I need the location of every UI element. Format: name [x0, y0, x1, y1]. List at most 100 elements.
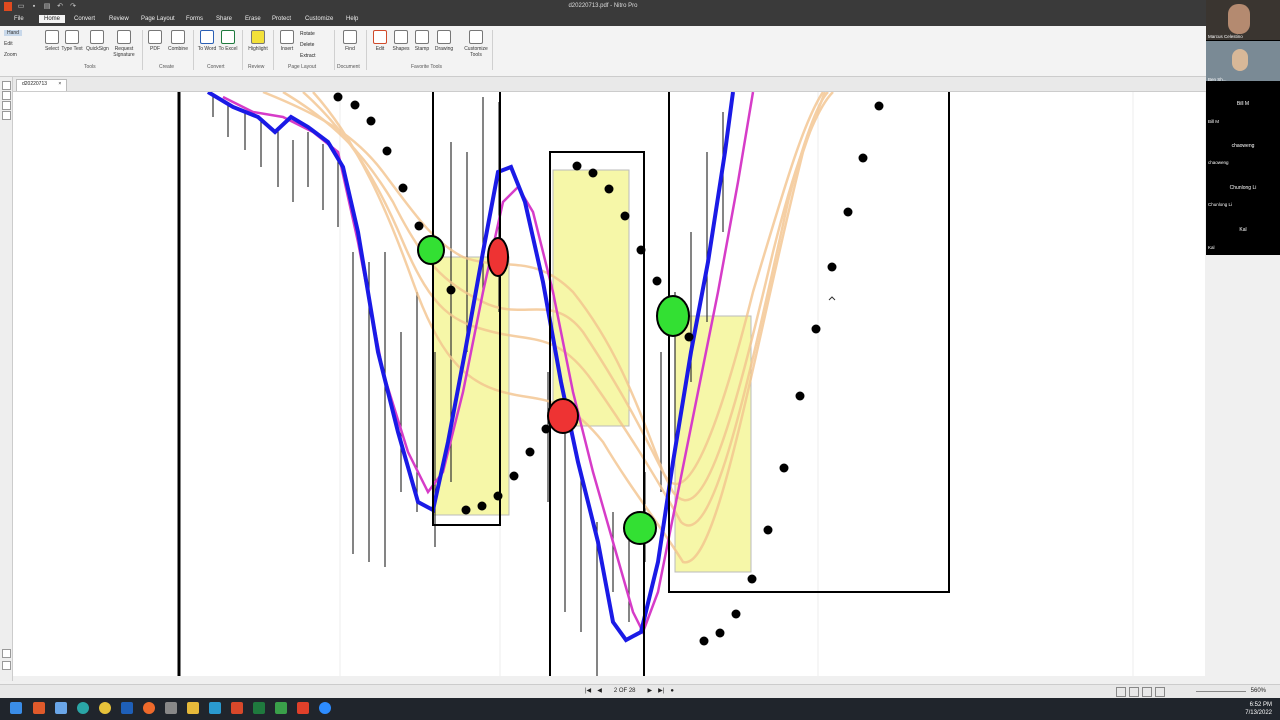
menu-home[interactable]: Home	[39, 15, 66, 23]
nitro-icon[interactable]	[297, 702, 309, 714]
participant-tile[interactable]: Chunlong Li Chunlong Li	[1206, 168, 1280, 208]
app-s2-icon[interactable]	[231, 702, 243, 714]
to-word-button[interactable]: To Word	[196, 30, 218, 52]
ribbon: Hand Edit Zoom Select Type Text QuickSig…	[0, 26, 1206, 77]
buy-marker	[623, 511, 657, 545]
highlight-button[interactable]: Highlight	[245, 30, 271, 52]
pdf-button[interactable]: PDF	[144, 30, 166, 52]
menu-bar: File Home Convert Review Page Layout For…	[0, 14, 1206, 26]
cursor-icon	[45, 30, 59, 44]
zoom-slider[interactable]	[1196, 691, 1246, 692]
text-icon	[65, 30, 79, 44]
extract-button[interactable]: Extract	[300, 53, 316, 59]
app-s-icon[interactable]	[209, 702, 221, 714]
chrome-icon[interactable]	[99, 702, 111, 714]
menu-page-layout[interactable]: Page Layout	[141, 16, 175, 22]
insert-button[interactable]: Insert	[276, 30, 298, 52]
window-title: d20220713.pdf - Nitro Pro	[568, 3, 638, 9]
layers-icon[interactable]	[2, 661, 11, 670]
page-navigator: |◀ ◀ 2 OF 28 ▶ ▶| ●	[585, 687, 674, 695]
start-icon[interactable]	[10, 702, 22, 714]
group-page-layout-label: Page Layout	[288, 64, 317, 70]
continuous-icon[interactable]	[1129, 687, 1139, 697]
last-page-icon[interactable]: ▶|	[658, 687, 664, 694]
folder-icon[interactable]	[187, 702, 199, 714]
hand-tool[interactable]: Hand	[4, 30, 22, 36]
ribbon-divider	[334, 30, 335, 70]
ribbon-divider	[273, 30, 274, 70]
menu-review[interactable]: Review	[109, 16, 129, 22]
bookmarks-icon[interactable]	[2, 91, 11, 100]
shapes-icon	[394, 30, 408, 44]
comments-icon[interactable]	[2, 101, 11, 110]
document-view[interactable]	[13, 92, 1205, 676]
to-excel-button[interactable]: To Excel	[217, 30, 239, 52]
brave-icon[interactable]	[33, 702, 45, 714]
document-tab[interactable]: d20220713 ×	[16, 79, 68, 91]
menu-protect[interactable]: Protect	[272, 16, 291, 22]
buy-marker	[417, 235, 445, 265]
participant-tile[interactable]: Bill M Bill M	[1206, 84, 1280, 124]
participant-tile[interactable]: Kal Kal	[1206, 210, 1280, 250]
attachments-icon[interactable]	[2, 111, 11, 120]
edit-tool[interactable]: Edit	[4, 41, 13, 47]
quicksign-button[interactable]: QuickSign	[86, 30, 109, 52]
stamp-button[interactable]: Stamp	[411, 30, 433, 52]
document-tab-strip: d20220713 ×	[0, 77, 1206, 92]
app-icon[interactable]	[165, 702, 177, 714]
zoom-tool[interactable]: Zoom	[4, 52, 17, 58]
play-icon[interactable]: ●	[670, 688, 674, 694]
menu-customize[interactable]: Customize	[305, 16, 333, 22]
menu-erase[interactable]: Erase	[245, 16, 261, 22]
rotate-button[interactable]: Rotate	[300, 31, 315, 37]
cover-icon[interactable]	[1155, 687, 1165, 697]
ribbon-divider	[242, 30, 243, 70]
customize-tools-button[interactable]: Customize Tools	[461, 30, 491, 58]
facing-icon[interactable]	[1142, 687, 1152, 697]
excel-icon[interactable]	[253, 702, 265, 714]
drawing-icon	[437, 30, 451, 44]
single-page-icon[interactable]	[1116, 687, 1126, 697]
menu-forms[interactable]: Forms	[186, 16, 203, 22]
first-page-icon[interactable]: |◀	[585, 687, 591, 694]
ribbon-divider	[366, 30, 367, 70]
prev-page-icon[interactable]: ◀	[597, 687, 602, 694]
participant-tile[interactable]: chaoweng chaoweng	[1206, 126, 1280, 166]
close-icon[interactable]: ×	[58, 81, 61, 87]
edge-icon[interactable]	[77, 702, 89, 714]
select-button[interactable]: Select	[41, 30, 63, 52]
zoom-app-icon[interactable]	[319, 702, 331, 714]
status-bar: |◀ ◀ 2 OF 28 ▶ ▶| ● 560%	[0, 684, 1280, 698]
customize-icon	[469, 30, 483, 44]
group-create-label: Create	[159, 64, 175, 70]
chart-app-icon[interactable]	[275, 702, 287, 714]
pages-panel-icon[interactable]	[2, 81, 11, 90]
signature-panel-icon[interactable]	[2, 649, 11, 658]
request-signature-button[interactable]: Request Signature	[113, 30, 135, 58]
firefox-icon[interactable]	[143, 702, 155, 714]
shapes-button[interactable]: Shapes	[390, 30, 412, 52]
edit-button[interactable]: Edit	[369, 30, 391, 52]
drawing-button[interactable]: Drawing	[433, 30, 455, 52]
group-tools-label: Tools	[84, 64, 96, 70]
participant-video[interactable]: Ben Sh...	[1206, 41, 1280, 82]
menu-convert[interactable]: Convert	[74, 16, 95, 22]
combine-button[interactable]: Combine	[167, 30, 189, 52]
menu-file[interactable]: File	[14, 16, 24, 22]
page-indicator[interactable]: 2 OF 28	[608, 688, 642, 694]
menu-help[interactable]: Help	[346, 16, 358, 22]
delete-button[interactable]: Delete	[300, 42, 314, 48]
type-text-button[interactable]: Type Text	[61, 30, 83, 52]
group-convert-label: Convert	[207, 64, 225, 70]
ribbon-divider	[142, 30, 143, 70]
find-button[interactable]: Find	[339, 30, 361, 52]
outlook-icon[interactable]	[121, 702, 133, 714]
menu-share[interactable]: Share	[216, 16, 232, 22]
participant-video[interactable]: Marcus Celestino	[1206, 0, 1280, 40]
taskbar: 6:52 PM 7/13/2022	[0, 698, 1280, 720]
system-clock[interactable]: 6:52 PM 7/13/2022	[1245, 701, 1272, 717]
combine-icon	[171, 30, 185, 44]
task-view-icon[interactable]	[55, 702, 67, 714]
next-page-icon[interactable]: ▶	[648, 687, 653, 694]
ribbon-divider	[193, 30, 194, 70]
